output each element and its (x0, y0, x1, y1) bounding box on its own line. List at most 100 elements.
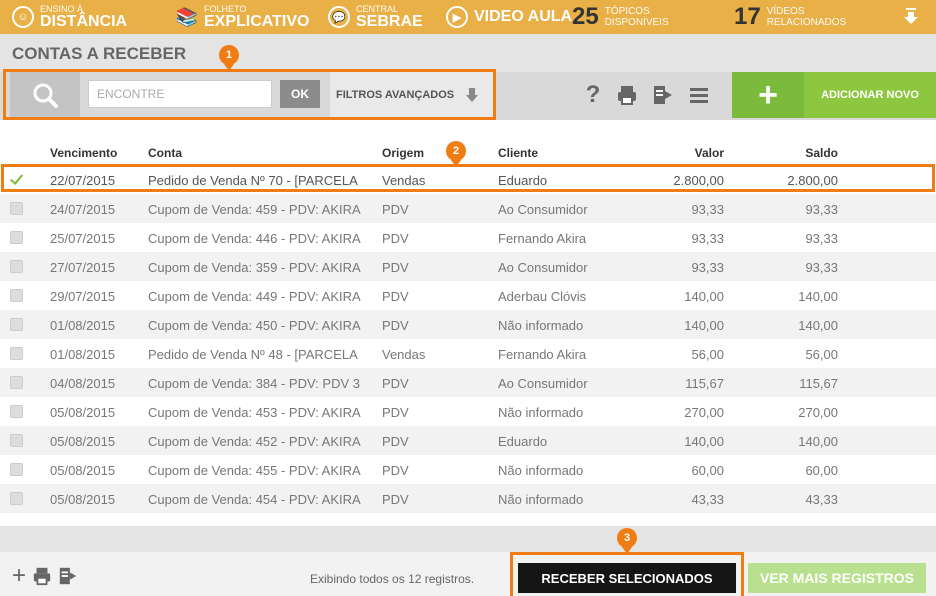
header-origem[interactable]: Origem (382, 146, 424, 160)
advanced-filters-button[interactable]: FILTROS AVANÇADOS (330, 72, 496, 118)
videos-count: 17 (734, 3, 761, 30)
footer-add-icon[interactable]: + (12, 564, 26, 588)
cell-conta: Cupom de Venda: 455 - PDV: AKIRA (148, 463, 361, 478)
cell-saldo: 93,33 (805, 260, 838, 275)
table-row[interactable]: 05/08/2015 Cupom de Venda: 452 - PDV: AKI… (0, 426, 936, 455)
cell-saldo: 140,00 (798, 318, 838, 333)
menu-icon[interactable] (688, 84, 710, 106)
row-checkbox[interactable] (10, 173, 23, 186)
folheto-link[interactable]: 📚 FOLHETO EXPLICATIVO (176, 0, 310, 34)
video-aula-link[interactable]: ▶ VIDEO AULA (446, 0, 572, 34)
cell-cliente: Eduardo (498, 173, 548, 188)
plus-icon: + (758, 75, 778, 114)
cell-valor: 2.800,00 (673, 173, 724, 188)
step-badge-3: 3 (617, 528, 637, 554)
cell-valor: 140,00 (684, 434, 724, 449)
table-row[interactable]: 29/07/2015 Cupom de Venda: 449 - PDV: AKI… (0, 281, 936, 310)
cell-cliente: Ao Consumidor (498, 260, 588, 275)
export-icon[interactable] (652, 84, 674, 106)
arrow-down-icon (466, 88, 479, 102)
step-badge-1: 1 (219, 45, 239, 71)
cell-conta: Cupom de Venda: 450 - PDV: AKIRA (148, 318, 361, 333)
cell-cliente: Ao Consumidor (498, 376, 588, 391)
central-link[interactable]: 💬 CENTRAL SEBRAE (328, 0, 423, 34)
help-icon[interactable]: ? (584, 81, 602, 109)
ead-link[interactable]: ☺ ENSINO À DISTÂNCIA (12, 0, 127, 34)
table-row[interactable]: 04/08/2015 Cupom de Venda: 384 - PDV: PDV… (0, 368, 936, 397)
cell-cliente: Fernando Akira (498, 231, 587, 246)
cell-cliente: Ao Consumidor (498, 202, 588, 217)
row-checkbox[interactable] (10, 318, 23, 331)
row-checkbox[interactable] (10, 492, 23, 505)
cell-vencimento: 01/08/2015 (50, 347, 116, 362)
row-checkbox[interactable] (10, 231, 23, 244)
collapse-banner-icon[interactable] (904, 8, 918, 24)
add-new-button[interactable]: ADICIONAR NOVO (804, 72, 936, 118)
cell-conta: Cupom de Venda: 454 - PDV: AKIRA (148, 492, 361, 507)
row-checkbox[interactable] (10, 260, 23, 273)
header-vencimento[interactable]: Vencimento (50, 146, 117, 160)
cell-saldo: 43,33 (805, 492, 838, 507)
cell-saldo: 140,00 (798, 434, 838, 449)
table-row[interactable]: 25/07/2015 Cupom de Venda: 446 - PDV: AKI… (0, 223, 936, 252)
videos-line1: VÍDEOS (766, 6, 805, 17)
header-cliente[interactable]: Cliente (498, 146, 538, 160)
cell-origem: PDV (382, 405, 409, 420)
book-icon: 📚 (175, 6, 199, 27)
show-more-button[interactable]: VER MAIS REGISTROS (748, 563, 926, 593)
search-icon (33, 83, 58, 108)
row-checkbox[interactable] (10, 347, 23, 360)
row-checkbox[interactable] (10, 434, 23, 447)
topics-counter[interactable]: 25 TÓPICOS DISPONÍVEIS (572, 0, 669, 34)
table-row[interactable]: 05/08/2015 Cupom de Venda: 455 - PDV: AKI… (0, 455, 936, 484)
videos-counter[interactable]: 17 VÍDEOS RELACIONADOS (734, 0, 846, 34)
receive-selected-button[interactable]: RECEBER SELECIONADOS (518, 563, 736, 593)
header-conta[interactable]: Conta (148, 146, 182, 160)
cell-vencimento: 22/07/2015 (50, 173, 116, 188)
row-checkbox[interactable] (10, 202, 23, 215)
row-checkbox[interactable] (10, 463, 23, 476)
table-row[interactable]: 27/07/2015 Cupom de Venda: 359 - PDV: AKI… (0, 252, 936, 281)
row-checkbox[interactable] (10, 289, 23, 302)
cell-conta: Cupom de Venda: 453 - PDV: AKIRA (148, 405, 361, 420)
table-row[interactable]: 01/08/2015 Pedido de Venda Nº 48 - [PARCE… (0, 339, 936, 368)
cell-conta: Cupom de Venda: 452 - PDV: AKIRA (148, 434, 361, 449)
table-row[interactable]: 22/07/2015 Pedido de Venda Nº 70 - [PARCE… (0, 165, 936, 194)
row-checkbox[interactable] (10, 376, 23, 389)
search-button[interactable] (10, 72, 80, 118)
cell-origem: PDV (382, 376, 409, 391)
table-row[interactable]: 24/07/2015 Cupom de Venda: 459 - PDV: AKI… (0, 194, 936, 223)
cell-valor: 56,00 (691, 347, 724, 362)
topics-count: 25 (572, 3, 599, 30)
row-checkbox[interactable] (10, 405, 23, 418)
cell-conta: Cupom de Venda: 449 - PDV: AKIRA (148, 289, 361, 304)
topics-line2: DISPONÍVEIS (604, 17, 669, 28)
chat-icon: 💬 (328, 6, 350, 28)
topics-line1: TÓPICOS (604, 6, 650, 17)
table-row[interactable]: 05/08/2015 Cupom de Venda: 453 - PDV: AKI… (0, 397, 936, 426)
header-valor[interactable]: Valor (640, 146, 724, 160)
cell-cliente: Não informado (498, 463, 584, 478)
footer-actions: + (12, 564, 78, 588)
add-new-plus-button[interactable]: + (732, 72, 804, 118)
footer-print-icon[interactable] (32, 566, 52, 586)
table-row[interactable]: 01/08/2015 Cupom de Venda: 450 - PDV: AKI… (0, 310, 936, 339)
cell-saldo: 140,00 (798, 289, 838, 304)
search-input[interactable] (88, 80, 272, 108)
play-icon: ▶ (446, 6, 468, 28)
cell-vencimento: 05/08/2015 (50, 492, 116, 507)
cell-origem: PDV (382, 434, 409, 449)
footer-export-icon[interactable] (58, 566, 78, 586)
ok-button[interactable]: OK (280, 80, 320, 108)
cell-vencimento: 05/08/2015 (50, 463, 116, 478)
cell-valor: 93,33 (691, 202, 724, 217)
ead-small-label: ENSINO À (40, 4, 84, 14)
cell-conta: Pedido de Venda Nº 70 - [PARCELA (148, 173, 358, 188)
cell-saldo: 60,00 (805, 463, 838, 478)
cell-origem: PDV (382, 463, 409, 478)
table-row[interactable]: 05/08/2015 Cupom de Venda: 454 - PDV: AKI… (0, 484, 936, 513)
cell-valor: 140,00 (684, 318, 724, 333)
print-icon[interactable] (616, 84, 638, 106)
header-saldo[interactable]: Saldo (752, 146, 838, 160)
cell-valor: 140,00 (684, 289, 724, 304)
